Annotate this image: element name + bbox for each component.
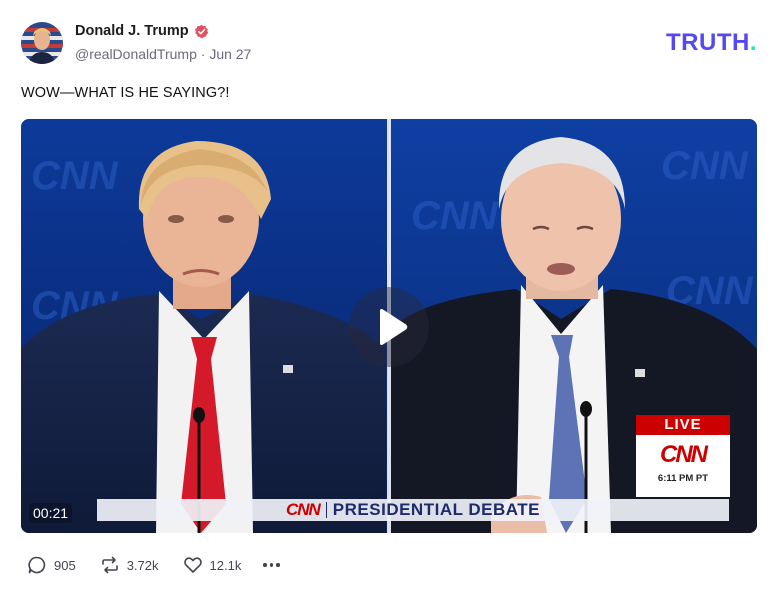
play-icon: [380, 309, 408, 345]
bug-network: CNN: [660, 441, 708, 468]
verified-badge-icon: [194, 24, 209, 39]
lower-third-divider: [325, 502, 327, 518]
more-dot: [269, 563, 274, 567]
more-icon[interactable]: [263, 563, 280, 567]
post-actions: 905 3.72k 12.1k: [27, 555, 280, 575]
like-button[interactable]: 12.1k: [183, 555, 242, 575]
more-dot: [276, 563, 280, 567]
backdrop-text-1: CNN: [31, 154, 119, 198]
play-button[interactable]: [349, 287, 429, 367]
handle-row: @realDonaldTrump · Jun 27: [75, 46, 251, 62]
retruth-icon: [101, 556, 118, 574]
like-icon: [183, 557, 202, 573]
reply-count: 905: [54, 557, 76, 573]
backdrop-text-3: CNN: [411, 194, 499, 238]
separator: ·: [200, 46, 206, 62]
lower-third-title: PRESIDENTIAL DEBATE: [332, 500, 541, 519]
live-label: LIVE: [636, 415, 730, 435]
like-count: 12.1k: [209, 557, 242, 573]
logo-dot: .: [749, 29, 757, 56]
logo-text: TRUTH: [666, 29, 750, 56]
lower-third-banner: CNN PRESIDENTIAL DEBATE: [97, 499, 729, 521]
bug-body: CNN 6:11 PM PT: [636, 435, 730, 497]
video-duration: 00:21: [29, 503, 73, 523]
reply-icon: [28, 556, 46, 574]
video-player[interactable]: CNN CNN CNN CNN CNN CNN PRESIDENTIAL DEB…: [21, 119, 757, 533]
retruth-button[interactable]: 3.72k: [100, 555, 159, 575]
handle[interactable]: @realDonaldTrump: [75, 46, 197, 62]
author-name[interactable]: Donald J. Trump: [75, 23, 189, 39]
bug-time: 6:11 PM PT: [657, 473, 709, 484]
reply-button[interactable]: 905: [27, 555, 76, 575]
avatar[interactable]: [21, 22, 63, 64]
backdrop-text-4: CNN: [661, 144, 749, 188]
lower-third-network: CNN: [285, 500, 321, 519]
post-header: Donald J. Trump @realDonaldTrump · Jun 2…: [21, 20, 757, 66]
live-bug: LIVE CNN 6:11 PM PT: [636, 415, 730, 497]
more-dot: [263, 563, 267, 567]
truth-logo[interactable]: TRUTH.: [666, 29, 757, 57]
post-text: WOW—WHAT IS HE SAYING?!: [21, 85, 230, 101]
post-date[interactable]: Jun 27: [209, 46, 251, 62]
retruth-count: 3.72k: [126, 557, 159, 573]
